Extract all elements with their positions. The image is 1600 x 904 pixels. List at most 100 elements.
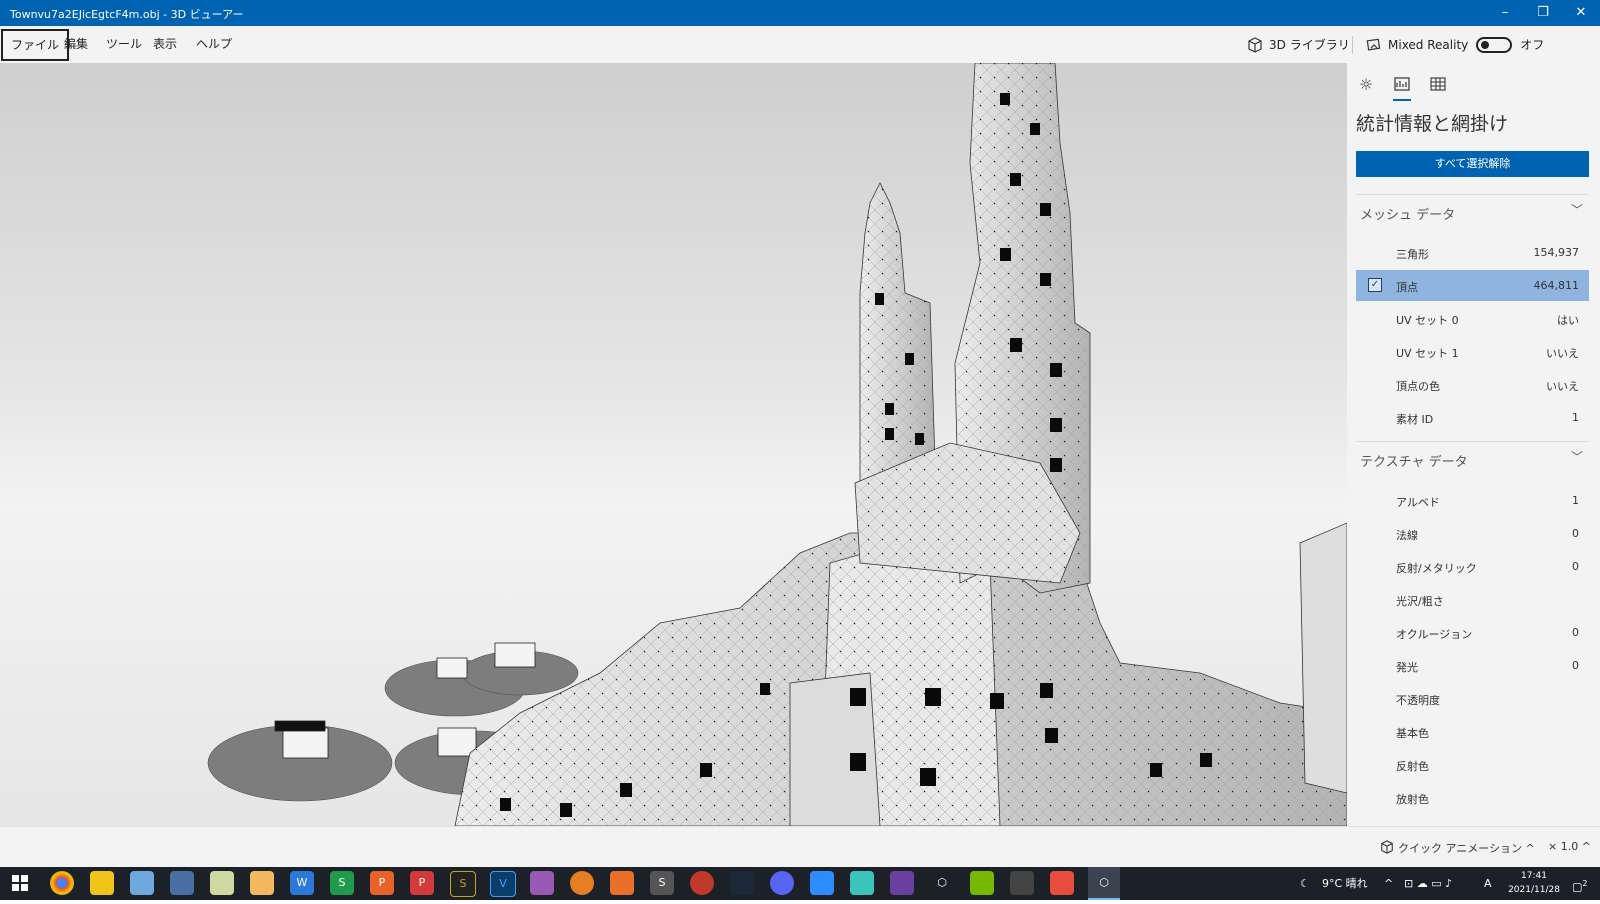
calculator-icon[interactable]	[170, 871, 194, 895]
film-app-icon[interactable]	[1010, 871, 1034, 895]
stats-tab-icon[interactable]	[1391, 71, 1413, 101]
steam-icon[interactable]	[730, 871, 754, 895]
chevron-down-icon: ﹀	[1570, 203, 1583, 217]
notepad-icon[interactable]	[210, 871, 234, 895]
chrome-icon[interactable]	[50, 871, 74, 895]
discord-icon[interactable]	[770, 871, 794, 895]
notification-icon[interactable]: ▢2	[1572, 867, 1588, 900]
3d-viewer-icon[interactable]: ⬡	[1088, 867, 1120, 900]
row-value: 0	[1572, 560, 1579, 573]
texture-row[interactable]: 発光 0	[1356, 650, 1589, 681]
home-app-icon[interactable]	[1050, 871, 1074, 895]
title-bar: Townvu7a2EJicEgtcF4m.obj - 3D ビューアー – ❐ …	[0, 0, 1600, 26]
menu-bar: ファイル 編集 ツール 表示 ヘルプ 3D ライブラリ Mixed Realit…	[0, 26, 1600, 64]
3d-library-button[interactable]: 3D ライブラリ	[1247, 26, 1350, 63]
v-app-icon[interactable]: V	[490, 871, 516, 897]
3d-viewport[interactable]	[0, 63, 1347, 826]
tray-chevron-up-icon[interactable]: ^	[1384, 867, 1393, 900]
presentation-icon[interactable]: P	[370, 871, 394, 895]
mesh-data-section-header[interactable]: メッシュ データ ﹀	[1356, 194, 1589, 224]
clock-date: 2021/11/28	[1508, 885, 1560, 895]
deselect-all-button[interactable]: すべて選択解除	[1356, 151, 1589, 177]
mixed-reality-control[interactable]: Mixed Reality オフ	[1366, 26, 1544, 63]
row-label: 頂点の色	[1396, 380, 1440, 393]
media-player-icon[interactable]	[250, 871, 274, 895]
row-value: はい	[1557, 314, 1579, 327]
mesh-row[interactable]: 三角形 154,937	[1356, 237, 1589, 268]
weather-text[interactable]: 9°C 晴れ	[1322, 867, 1368, 900]
mesh-row[interactable]: 頂点の色 いいえ	[1356, 369, 1589, 400]
texture-data-section-header[interactable]: テクスチャ データ ﹀	[1356, 441, 1589, 471]
close-button[interactable]: ✕	[1562, 0, 1600, 26]
texture-row[interactable]: 不透明度	[1356, 683, 1589, 714]
zoom-icon[interactable]	[810, 871, 834, 895]
menu-view[interactable]: 表示	[145, 32, 185, 56]
s-app-icon[interactable]: S	[450, 871, 476, 897]
word-icon[interactable]: W	[290, 871, 314, 895]
row-label: 反射色	[1396, 760, 1429, 773]
row-value: 0	[1572, 527, 1579, 540]
restore-button[interactable]: ❐	[1524, 0, 1562, 26]
texture-row[interactable]: 法線 0	[1356, 518, 1589, 549]
blender-icon[interactable]	[690, 871, 714, 895]
animation-cube-icon	[1381, 840, 1393, 854]
fl-studio-icon[interactable]	[570, 871, 594, 895]
checkbox-checked[interactable]: ✓	[1368, 278, 1382, 292]
windows-start-icon[interactable]	[8, 871, 32, 895]
row-value: 1	[1572, 411, 1579, 424]
quick-animation-button[interactable]: クイック アニメーション ^	[1398, 840, 1535, 856]
row-label: 光沢/粗さ	[1396, 595, 1444, 608]
row-value: 0	[1572, 626, 1579, 639]
spreadsheet-icon[interactable]: S	[330, 871, 354, 895]
row-label: アルベド	[1396, 496, 1440, 509]
row-label: 素材 ID	[1396, 413, 1434, 426]
s-logo-icon[interactable]: S	[650, 871, 674, 895]
menu-edit[interactable]: 編集	[56, 32, 96, 56]
texture-row[interactable]: 光沢/粗さ	[1356, 584, 1589, 615]
row-label: 放射色	[1396, 793, 1429, 806]
menu-tools[interactable]: ツール	[98, 32, 150, 56]
texture-row[interactable]: アルベド 1	[1356, 485, 1589, 516]
mesh-row[interactable]: UV セット 0 はい	[1356, 303, 1589, 334]
nvidia-icon[interactable]	[970, 871, 994, 895]
row-label: 基本色	[1396, 727, 1429, 740]
texture-row[interactable]: 反射色	[1356, 749, 1589, 780]
mesh-row[interactable]: 素材 ID 1	[1356, 402, 1589, 433]
texture-row[interactable]: 基本色	[1356, 716, 1589, 747]
paint-icon[interactable]	[130, 871, 154, 895]
minimize-button[interactable]: –	[1486, 0, 1524, 26]
mesh-row[interactable]: UV セット 1 いいえ	[1356, 336, 1589, 367]
texture-row[interactable]: オクルージョン 0	[1356, 617, 1589, 648]
texture-row[interactable]: 反射/メタリック 0	[1356, 551, 1589, 582]
mixed-reality-toggle[interactable]	[1476, 36, 1513, 53]
mesh-grid-tab-icon[interactable]	[1427, 71, 1449, 97]
file-explorer-icon[interactable]	[90, 871, 114, 895]
notification-count: 2	[1582, 879, 1588, 888]
menu-help[interactable]: ヘルプ	[188, 32, 240, 56]
row-label: 反射/メタリック	[1396, 562, 1477, 575]
zoom-control[interactable]: × 1.0 ^	[1548, 840, 1591, 853]
character-app-icon[interactable]	[850, 871, 874, 895]
grid-app-icon[interactable]	[610, 871, 634, 895]
lighting-tab-sun-icon[interactable]: ☼	[1355, 71, 1377, 97]
affinity-icon[interactable]	[530, 871, 554, 895]
row-label: 三角形	[1396, 248, 1429, 261]
panel-title: 統計情報と網掛け	[1356, 113, 1509, 135]
cube-icon	[1248, 36, 1262, 53]
tray-status-icons[interactable]: ⊡ ☁ ▭ ♪	[1404, 867, 1452, 900]
row-label: 頂点	[1396, 281, 1418, 294]
clock[interactable]: 17:41 2021/11/28	[1506, 869, 1562, 897]
texture-row[interactable]: 放射色	[1356, 782, 1589, 813]
vr-app-icon[interactable]	[890, 871, 914, 895]
mesh-row-selected[interactable]: ✓ 頂点 464,811	[1356, 270, 1589, 301]
ime-indicator[interactable]: A	[1484, 867, 1492, 900]
cube-app-icon[interactable]: ⬡	[930, 871, 954, 895]
toolbar-divider	[1352, 36, 1353, 54]
row-label: オクルージョン	[1396, 628, 1473, 641]
status-bar: クイック アニメーション ^ × 1.0 ^	[0, 826, 1600, 868]
mixed-reality-label: Mixed Reality	[1388, 37, 1469, 52]
row-value: 0	[1572, 659, 1579, 672]
mesh-data-title: メッシュ データ	[1360, 208, 1456, 223]
pdf-icon[interactable]: P	[410, 871, 434, 895]
row-value: 154,937	[1533, 246, 1580, 259]
